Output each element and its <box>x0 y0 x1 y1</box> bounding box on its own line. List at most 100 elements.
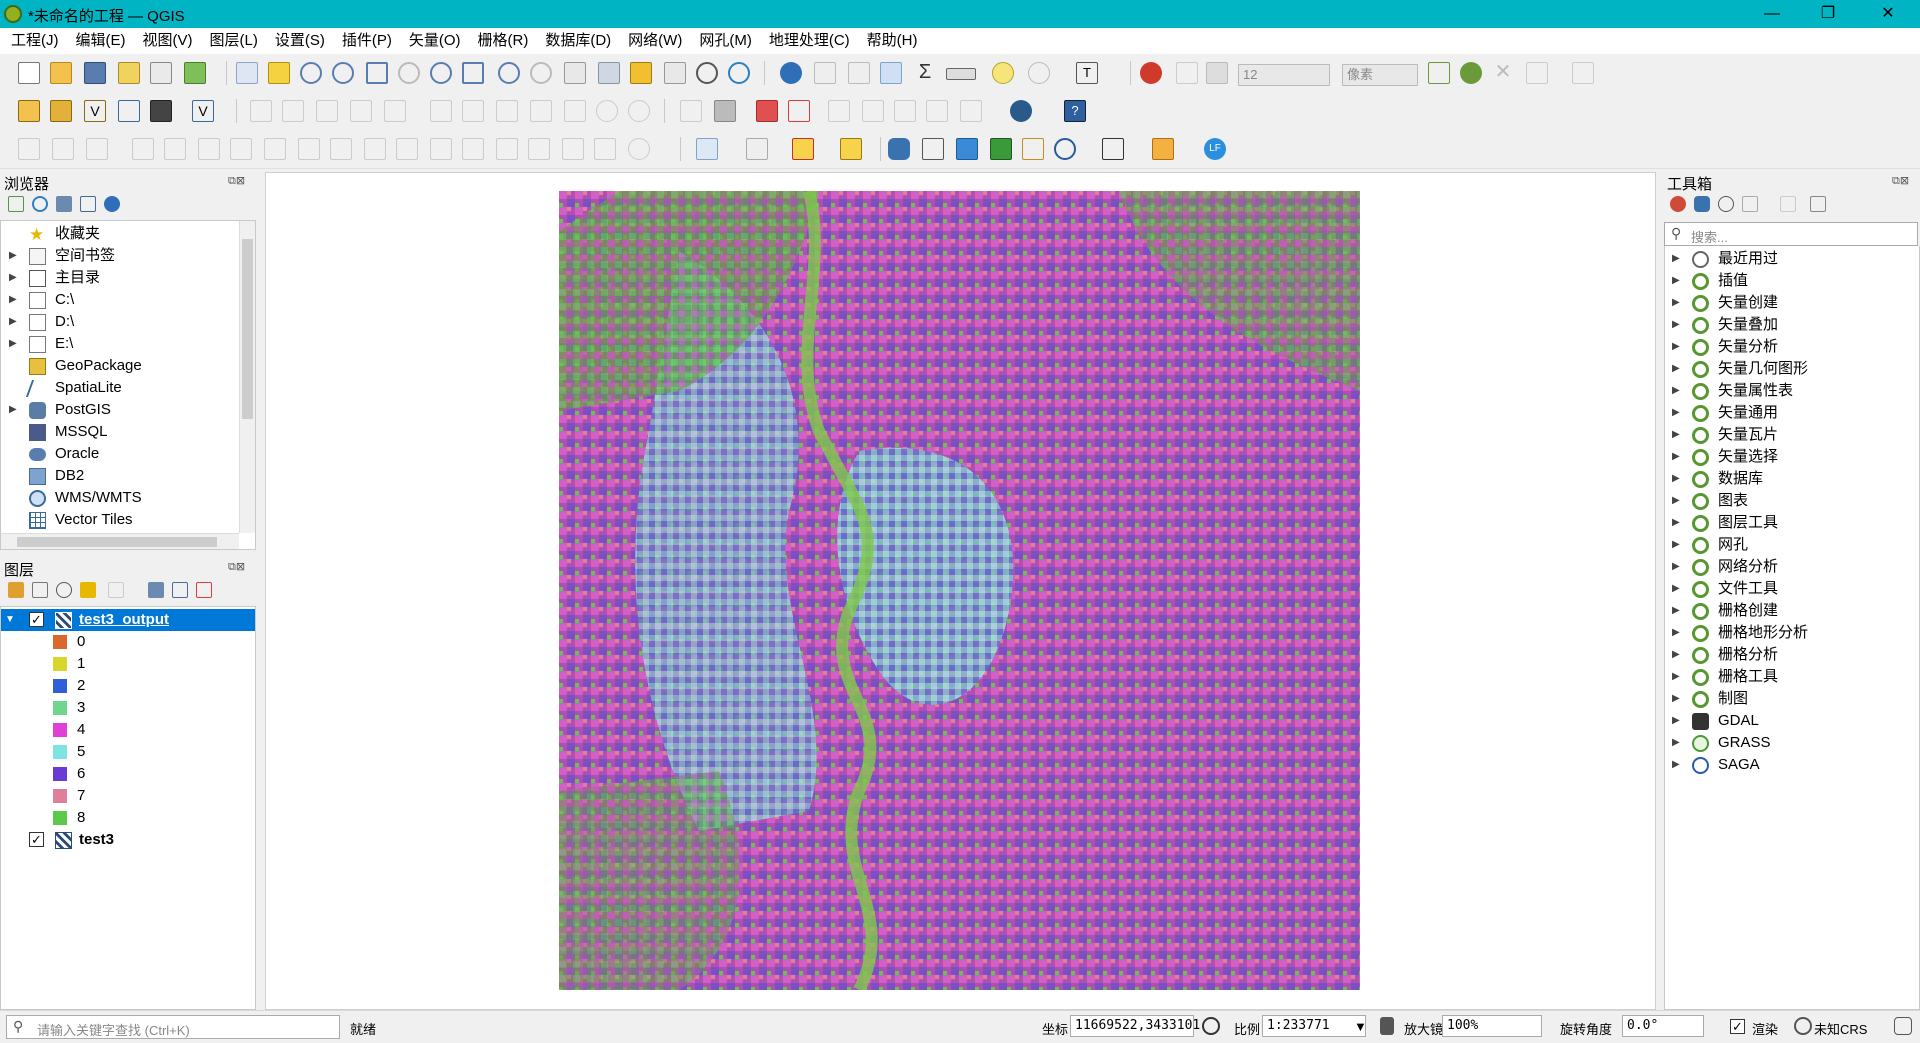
expand-arrow-icon[interactable]: ▶ <box>1672 556 1684 578</box>
field-calculator-icon[interactable] <box>848 62 870 84</box>
dropdown-arrow-icon[interactable]: ▼ <box>1354 1019 1367 1034</box>
measure-line-icon[interactable] <box>946 68 976 80</box>
locator-search-input[interactable]: ⚲ 请输入关键字查找 (Ctrl+K) <box>6 1015 340 1039</box>
open-styling-icon[interactable] <box>8 582 24 598</box>
zoom-in-icon[interactable] <box>300 62 322 84</box>
messages-icon[interactable] <box>1894 1017 1912 1035</box>
paste-features-icon[interactable] <box>564 100 586 122</box>
expand-arrow-icon[interactable]: ▶ <box>1672 644 1684 666</box>
scripts-icon[interactable] <box>1694 196 1710 212</box>
highlight-labels-icon[interactable] <box>756 100 778 122</box>
expand-arrow-icon[interactable]: ▶ <box>1672 358 1684 380</box>
temporal-controller-icon[interactable] <box>696 62 718 84</box>
statistics-sigma-icon[interactable]: Σ <box>914 62 936 84</box>
grid-plugin-icon[interactable] <box>956 138 978 160</box>
coordinate-field[interactable]: 11669522,3433101 <box>1070 1015 1200 1037</box>
remove-layer-icon[interactable] <box>196 582 212 598</box>
expand-arrow-icon[interactable]: ▶ <box>1672 336 1684 358</box>
move-diagram-icon[interactable] <box>960 100 982 122</box>
pan-hand-icon[interactable] <box>236 62 258 84</box>
open-project-icon[interactable] <box>50 62 72 84</box>
zoom-last-icon[interactable] <box>498 62 520 84</box>
new-bookmark-icon[interactable] <box>630 62 652 84</box>
menu-web[interactable]: 网络(W) <box>622 28 688 54</box>
print-layout-icon[interactable] <box>150 62 172 84</box>
menu-help[interactable]: 帮助(H) <box>861 28 924 54</box>
expand-arrow-icon[interactable]: ▶ <box>1672 292 1684 314</box>
menu-plugins[interactable]: 插件(P) <box>336 28 398 54</box>
collapse-all-layers-icon[interactable] <box>172 582 188 598</box>
layer-visibility-checkbox[interactable]: ✓ <box>29 612 44 627</box>
tracing-icon[interactable]: ✕ <box>1492 62 1514 84</box>
pin-labels-icon[interactable] <box>714 100 736 122</box>
expand-arrow-icon[interactable]: ▶ <box>1672 710 1684 732</box>
fill-ring-icon[interactable] <box>264 138 286 160</box>
expand-arrow-icon[interactable]: ▶ <box>9 289 21 311</box>
filter-expression-icon[interactable] <box>108 582 124 598</box>
offset-curve-icon[interactable] <box>364 138 386 160</box>
menu-layer[interactable]: 图层(L) <box>204 28 264 54</box>
toggle-editing-icon[interactable] <box>282 100 304 122</box>
zoom-layer-icon[interactable] <box>430 62 452 84</box>
select-by-location-icon[interactable] <box>840 138 862 160</box>
expand-arrow-icon[interactable]: ▶ <box>1672 402 1684 424</box>
label-tool-icon[interactable] <box>680 100 702 122</box>
vertex-tool-icon[interactable] <box>384 100 406 122</box>
new-virtual-layer-icon[interactable] <box>150 100 172 122</box>
snap-unit-select[interactable]: 像素 <box>1342 64 1418 86</box>
deselect-all-icon[interactable] <box>792 138 814 160</box>
zoom-selection-icon[interactable] <box>398 62 420 84</box>
processing-toolbox-icon[interactable] <box>880 62 902 84</box>
pan-to-selection-icon[interactable] <box>268 62 290 84</box>
zoom-next-icon[interactable] <box>530 62 552 84</box>
layer-visibility-checkbox[interactable]: ✓ <box>29 832 44 847</box>
lock-scale-icon[interactable] <box>1380 1017 1394 1035</box>
new-geopackage-icon[interactable] <box>50 100 72 122</box>
annotation-icon[interactable] <box>1028 62 1050 84</box>
snap-settings-icon[interactable] <box>1572 62 1594 84</box>
select-features-icon[interactable] <box>696 138 718 160</box>
menu-database[interactable]: 数据库(D) <box>539 28 617 54</box>
expand-arrow-icon[interactable]: ▶ <box>1672 732 1684 754</box>
zoom-full-icon[interactable] <box>366 62 388 84</box>
expand-arrow-icon[interactable]: ▶ <box>1672 688 1684 710</box>
move-label-icon[interactable] <box>828 100 850 122</box>
browser-dock-buttons[interactable]: ⧉⊠ <box>228 174 245 188</box>
add-layer-icon[interactable] <box>18 100 40 122</box>
expand-all-icon[interactable] <box>148 582 164 598</box>
merge-attributes-icon[interactable] <box>496 138 518 160</box>
save-as-icon[interactable] <box>118 62 140 84</box>
expand-arrow-icon[interactable]: ▶ <box>1672 270 1684 292</box>
expand-arrow-icon[interactable]: ▶ <box>1672 754 1684 776</box>
filter-browser-icon[interactable] <box>56 196 72 212</box>
expand-arrow-icon[interactable]: ▶ <box>9 311 21 333</box>
save-edits-icon[interactable] <box>316 100 338 122</box>
expand-arrow-icon[interactable]: ▶ <box>1672 578 1684 600</box>
edit-features-in-place-icon[interactable] <box>1780 196 1796 212</box>
reshape-icon[interactable] <box>52 138 74 160</box>
lf-plugin-icon[interactable]: LF <box>1204 138 1226 160</box>
rotate-feature-icon[interactable] <box>132 138 154 160</box>
offset-point-icon[interactable] <box>562 138 584 160</box>
rotate-symbols-icon[interactable] <box>528 138 550 160</box>
text-annotation-icon[interactable]: T <box>1076 62 1098 84</box>
browser-horizontal-scrollbar[interactable] <box>1 533 239 549</box>
new-project-icon[interactable] <box>18 62 40 84</box>
python-console-icon[interactable] <box>888 138 910 160</box>
new-shapefile-icon[interactable]: V <box>84 100 106 122</box>
close-button[interactable]: ✕ <box>1860 0 1916 28</box>
change-label-icon[interactable] <box>894 100 916 122</box>
magnifier-field[interactable]: 100% <box>1442 1015 1542 1037</box>
results-viewer-icon[interactable] <box>1742 196 1758 212</box>
crs-globe-icon[interactable] <box>1794 1017 1812 1035</box>
3d-map-view-icon[interactable] <box>598 62 620 84</box>
show-bookmarks-icon[interactable] <box>664 62 686 84</box>
add-group-icon[interactable] <box>32 582 48 598</box>
snap-tolerance-field[interactable]: 12 <box>1238 64 1330 86</box>
classified-raster-map[interactable] <box>559 191 1360 990</box>
add-part-icon[interactable] <box>230 138 252 160</box>
move-feature-icon[interactable] <box>86 138 108 160</box>
snapping-type-icon[interactable] <box>1206 62 1228 84</box>
expand-arrow-icon[interactable]: ▶ <box>1672 248 1684 270</box>
refresh-icon[interactable] <box>728 62 750 84</box>
